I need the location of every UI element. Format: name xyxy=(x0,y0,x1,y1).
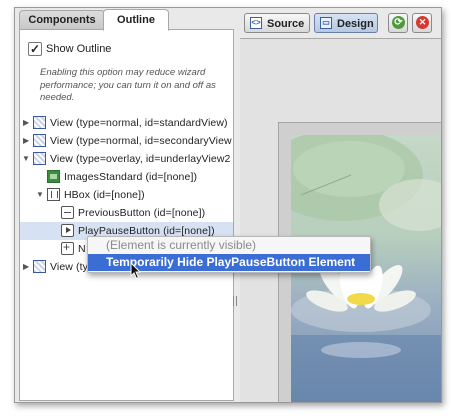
expand-arrow-icon[interactable]: ▶ xyxy=(23,136,31,146)
add-icon xyxy=(61,240,74,255)
show-outline-checkbox[interactable]: ✓ xyxy=(28,42,42,56)
outline-hint-text: Enabling this option may reduce wizard p… xyxy=(40,67,216,103)
design-button[interactable]: ▭ Design xyxy=(314,13,378,33)
menu-item-visibility-status: (Element is currently visible) xyxy=(106,238,257,252)
tree-node[interactable]: ▼ HBox (id=[none]) xyxy=(20,186,233,204)
tree-node-label: N xyxy=(78,243,86,255)
tab-components[interactable]: Components xyxy=(19,10,105,29)
panel-splitter-handle[interactable] xyxy=(232,288,238,312)
tree-node-label: PreviousButton (id=[none]) xyxy=(78,207,206,219)
editor-toolbar: <> Source ▭ Design ⟳ ✕ xyxy=(240,10,441,36)
app-window: Components Outline ✓ Show Outline Enabli… xyxy=(14,7,442,403)
source-code-icon: <> xyxy=(250,17,262,29)
tab-outline[interactable]: Outline xyxy=(103,9,169,31)
tab-bar: Components Outline xyxy=(15,8,232,31)
stop-button[interactable]: ✕ xyxy=(412,13,432,33)
show-outline-label: Show Outline xyxy=(46,43,112,55)
right-panel: <> Source ▭ Design ⟳ ✕ xyxy=(240,8,441,402)
tree-node[interactable]: PreviousButton (id=[none]) xyxy=(20,204,233,222)
expand-arrow-icon[interactable]: ▶ xyxy=(23,262,31,272)
collapse-arrow-icon[interactable]: ▼ xyxy=(22,154,30,164)
images-icon xyxy=(47,170,60,183)
stop-icon: ✕ xyxy=(416,16,429,29)
view-icon xyxy=(33,134,46,147)
tree-node-label: View (type=normal, id=standardView) xyxy=(50,117,228,129)
tree-node-label: View (type=normal, id=secondaryView xyxy=(50,135,232,147)
collapse-arrow-icon[interactable]: ▼ xyxy=(36,190,44,200)
design-view-icon: ▭ xyxy=(320,17,332,29)
tree-node[interactable]: ImagesStandard (id=[none]) xyxy=(20,168,233,186)
play-icon xyxy=(61,224,74,237)
button-icon xyxy=(61,206,74,219)
tree-node[interactable]: ▼ View (type=overlay, id=underlayView2 xyxy=(20,150,233,168)
mouse-pointer-icon xyxy=(130,262,142,280)
view-icon xyxy=(33,260,46,273)
tree-node[interactable]: ▶ View (type=normal, id=standardView) xyxy=(20,114,233,132)
tree-node-label: View (type=overlay, id=underlayView2 xyxy=(50,153,231,165)
tree-node-label: HBox (id=[none]) xyxy=(64,189,145,201)
source-button[interactable]: <> Source xyxy=(244,13,310,33)
tree-node-label: View (ty xyxy=(50,261,88,273)
design-canvas[interactable] xyxy=(240,38,441,402)
hbox-icon xyxy=(47,188,60,201)
expand-arrow-icon[interactable]: ▶ xyxy=(23,118,31,128)
left-panel: Components Outline ✓ Show Outline Enabli… xyxy=(15,8,234,402)
refresh-icon: ⟳ xyxy=(392,16,405,29)
design-button-label: Design xyxy=(337,18,374,30)
tree-node-label: ImagesStandard (id=[none]) xyxy=(64,171,198,183)
view-icon xyxy=(33,152,46,165)
tree-node[interactable]: ▶ View (type=normal, id=secondaryView xyxy=(20,132,233,150)
outline-panel: ✓ Show Outline Enabling this option may … xyxy=(19,29,234,401)
source-button-label: Source xyxy=(267,18,305,30)
view-icon xyxy=(33,116,46,129)
refresh-button[interactable]: ⟳ xyxy=(388,13,408,33)
